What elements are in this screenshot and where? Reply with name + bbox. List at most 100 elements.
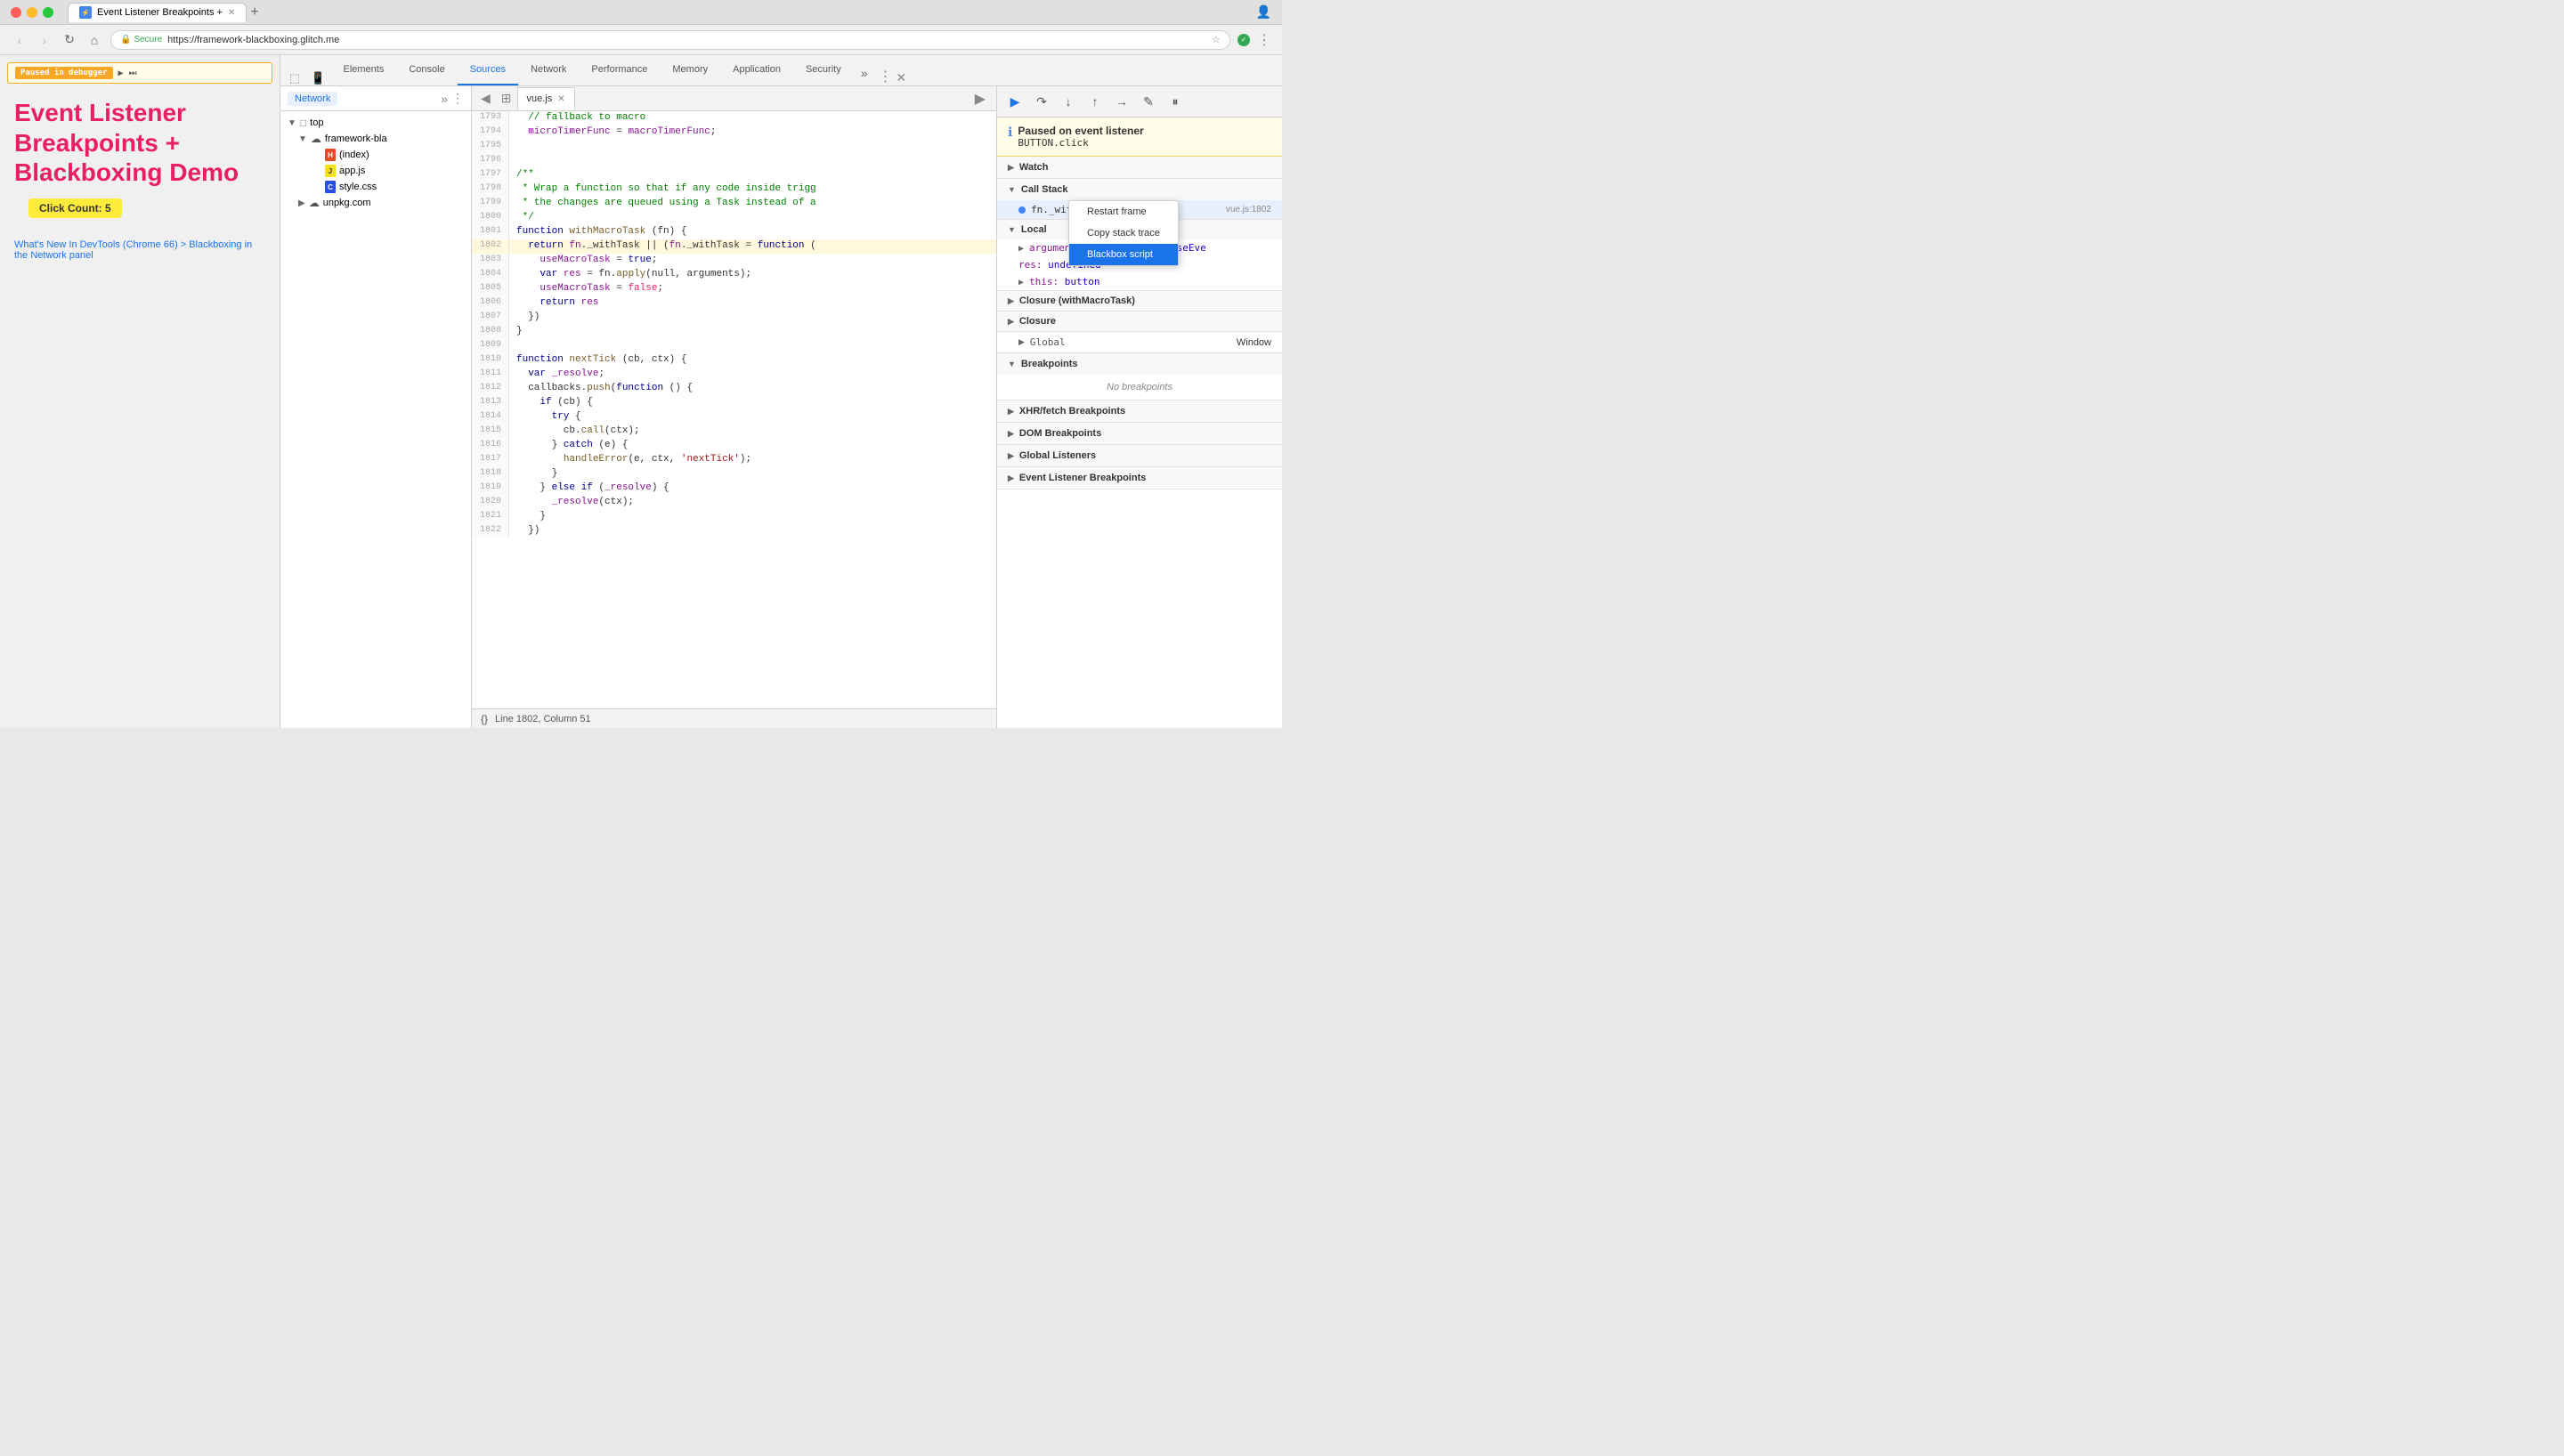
tree-label-top: top bbox=[310, 117, 323, 128]
tree-item-unpkg[interactable]: ▶ ☁ unpkg.com bbox=[280, 195, 471, 211]
pause-on-exceptions-button[interactable]: ⏸ bbox=[1164, 91, 1186, 112]
global-row[interactable]: ▶ Global Window bbox=[997, 332, 1282, 352]
tab-sources[interactable]: Sources bbox=[458, 55, 518, 85]
tab-application[interactable]: Application bbox=[720, 55, 793, 85]
paused-text: Paused in debugger bbox=[15, 67, 113, 79]
breakpoints-label: Breakpoints bbox=[1021, 359, 1078, 369]
address-bar[interactable]: 🔒 Secure https://framework-blackboxing.g… bbox=[110, 30, 1230, 50]
file-icon-stylecss: C bbox=[325, 181, 336, 193]
scope-local-arrow-icon: ▼ bbox=[1008, 225, 1016, 234]
step-into-button[interactable]: ↓ bbox=[1058, 91, 1079, 112]
tab-network[interactable]: Network bbox=[518, 55, 579, 85]
global-listeners-section: ▶ Global Listeners bbox=[997, 445, 1282, 467]
close-button[interactable] bbox=[11, 7, 21, 18]
cast-icon: ✓ bbox=[1237, 34, 1250, 46]
editor-split-icon[interactable]: ⊞ bbox=[496, 91, 517, 106]
global-label: Global bbox=[1030, 336, 1237, 348]
tab-elements[interactable]: Elements bbox=[330, 55, 396, 85]
code-line-1812: 1812 callbacks.push(function () { bbox=[472, 382, 996, 396]
resume-icon[interactable]: ▶ bbox=[118, 69, 124, 78]
traffic-lights bbox=[11, 7, 53, 18]
tab-console[interactable]: Console bbox=[396, 55, 457, 85]
cloud-icon-unpkg: ☁ bbox=[309, 197, 320, 209]
editor-area: ◀ ⊞ vue.js ✕ ▶ 1793 // fallback to macro bbox=[472, 86, 997, 728]
code-line-1820: 1820 _resolve(ctx); bbox=[472, 496, 996, 510]
tab-security[interactable]: Security bbox=[793, 55, 854, 85]
breakpoints-arrow-icon: ▼ bbox=[1008, 360, 1016, 368]
context-menu-copy-stack-trace[interactable]: Copy stack trace bbox=[1069, 222, 1178, 244]
devtools-device-icon[interactable]: 📱 bbox=[305, 71, 330, 85]
tree-label-index: (index) bbox=[339, 150, 369, 160]
code-line-1807: 1807 }) bbox=[472, 311, 996, 325]
event-listener-breakpoints-header[interactable]: ▶ Event Listener Breakpoints bbox=[997, 467, 1282, 489]
breakpoints-header[interactable]: ▼ Breakpoints bbox=[997, 353, 1282, 375]
home-button[interactable]: ⌂ bbox=[85, 33, 103, 47]
deactivate-breakpoints-button[interactable]: ✎ bbox=[1138, 91, 1159, 112]
step-out-button[interactable]: ↑ bbox=[1084, 91, 1106, 112]
closure-arrow-icon: ▶ bbox=[1008, 317, 1014, 327]
debugger-toolbar: ▶ ↷ ↓ ↑ → ✎ ⏸ bbox=[997, 86, 1282, 117]
code-line-1809: 1809 bbox=[472, 339, 996, 353]
resume-execution-button[interactable]: ▶ bbox=[1004, 91, 1026, 112]
editor-tab-close-icon[interactable]: ✕ bbox=[557, 94, 564, 104]
editor-play-icon[interactable]: ▶ bbox=[975, 90, 993, 108]
global-listeners-arrow-icon: ▶ bbox=[1008, 451, 1014, 461]
breakpoints-section: ▼ Breakpoints No breakpoints bbox=[997, 353, 1282, 400]
devtools-inspect-icon[interactable]: ⬚ bbox=[284, 71, 305, 85]
tree-item-stylecss[interactable]: C style.css bbox=[280, 179, 471, 195]
code-viewer[interactable]: 1793 // fallback to macro 1794 microTime… bbox=[472, 111, 996, 708]
devtools-close-icon[interactable]: ✕ bbox=[897, 70, 907, 85]
new-tab-button[interactable]: + bbox=[250, 4, 258, 20]
dom-breakpoints-header[interactable]: ▶ DOM Breakpoints bbox=[997, 423, 1282, 444]
code-line-1808: 1808 } bbox=[472, 325, 996, 339]
watch-section: ▶ Watch bbox=[997, 157, 1282, 179]
code-line-1810: 1810 function nextTick (cb, ctx) { bbox=[472, 353, 996, 368]
click-count-badge[interactable]: Click Count: 5 bbox=[28, 198, 122, 218]
tree-arrow-unpkg: ▶ bbox=[298, 198, 305, 208]
tree-item-top[interactable]: ▼ □ top bbox=[280, 115, 471, 131]
closure-header[interactable]: ▶ Closure bbox=[997, 311, 1282, 331]
code-line-1800: 1800 */ bbox=[472, 211, 996, 225]
sources-tab-network[interactable]: Network bbox=[288, 92, 337, 106]
global-listeners-header[interactable]: ▶ Global Listeners bbox=[997, 445, 1282, 466]
tab-performance[interactable]: Performance bbox=[579, 55, 660, 85]
devtools-menu-icon[interactable]: ⋮ bbox=[879, 68, 893, 85]
dom-arrow-icon: ▶ bbox=[1008, 429, 1014, 439]
tab-close-icon[interactable]: ✕ bbox=[228, 8, 235, 18]
tree-item-index[interactable]: H (index) bbox=[280, 147, 471, 163]
step-over-icon[interactable]: ⏭ bbox=[129, 69, 137, 78]
more-tabs-button[interactable]: » bbox=[854, 61, 875, 85]
context-menu-blackbox-script[interactable]: Blackbox script bbox=[1069, 244, 1178, 265]
xhr-breakpoints-header[interactable]: ▶ XHR/fetch Breakpoints bbox=[997, 400, 1282, 422]
watch-section-header[interactable]: ▶ Watch bbox=[997, 157, 1282, 178]
forward-button[interactable]: › bbox=[36, 33, 53, 47]
code-line-1818: 1818 } bbox=[472, 467, 996, 481]
minimize-button[interactable] bbox=[27, 7, 37, 18]
event-listener-breakpoints-label: Event Listener Breakpoints bbox=[1019, 473, 1146, 483]
address-bar-row: ‹ › ↻ ⌂ 🔒 Secure https://framework-black… bbox=[0, 25, 1282, 55]
sources-kebab-button[interactable]: ⋮ bbox=[451, 91, 464, 106]
editor-back-icon[interactable]: ◀ bbox=[475, 91, 496, 106]
tab-memory[interactable]: Memory bbox=[660, 55, 720, 85]
bookmark-icon[interactable]: ☆ bbox=[1212, 34, 1221, 45]
browser-tab-active[interactable]: ⚡ Event Listener Breakpoints + ✕ bbox=[68, 3, 247, 22]
tree-item-framework[interactable]: ▼ ☁ framework-bla bbox=[280, 131, 471, 147]
page-link[interactable]: What's New In DevTools (Chrome 66) > Bla… bbox=[14, 239, 252, 261]
editor-tab-vuejs[interactable]: vue.js ✕ bbox=[517, 87, 575, 110]
context-menu-restart-frame[interactable]: Restart frame bbox=[1069, 201, 1178, 222]
xhr-breakpoints-section: ▶ XHR/fetch Breakpoints bbox=[997, 400, 1282, 423]
closure-label: Closure bbox=[1019, 316, 1056, 327]
closure-withmacro-header[interactable]: ▶ Closure (withMacroTask) bbox=[997, 291, 1282, 311]
call-stack-arrow-icon: ▼ bbox=[1008, 185, 1016, 194]
file-icon-appjs: J bbox=[325, 165, 336, 177]
tree-item-appjs[interactable]: J app.js bbox=[280, 163, 471, 179]
step-over-button[interactable]: ↷ bbox=[1031, 91, 1052, 112]
tree-label-framework: framework-bla bbox=[325, 133, 387, 144]
step-button[interactable]: → bbox=[1111, 91, 1132, 112]
back-button[interactable]: ‹ bbox=[11, 33, 28, 47]
maximize-button[interactable] bbox=[43, 7, 53, 18]
call-stack-section-header[interactable]: ▼ Call Stack bbox=[997, 179, 1282, 200]
sources-more-button[interactable]: » bbox=[441, 92, 448, 106]
menu-icon[interactable]: ⋮ bbox=[1257, 31, 1271, 49]
reload-button[interactable]: ↻ bbox=[61, 32, 78, 47]
